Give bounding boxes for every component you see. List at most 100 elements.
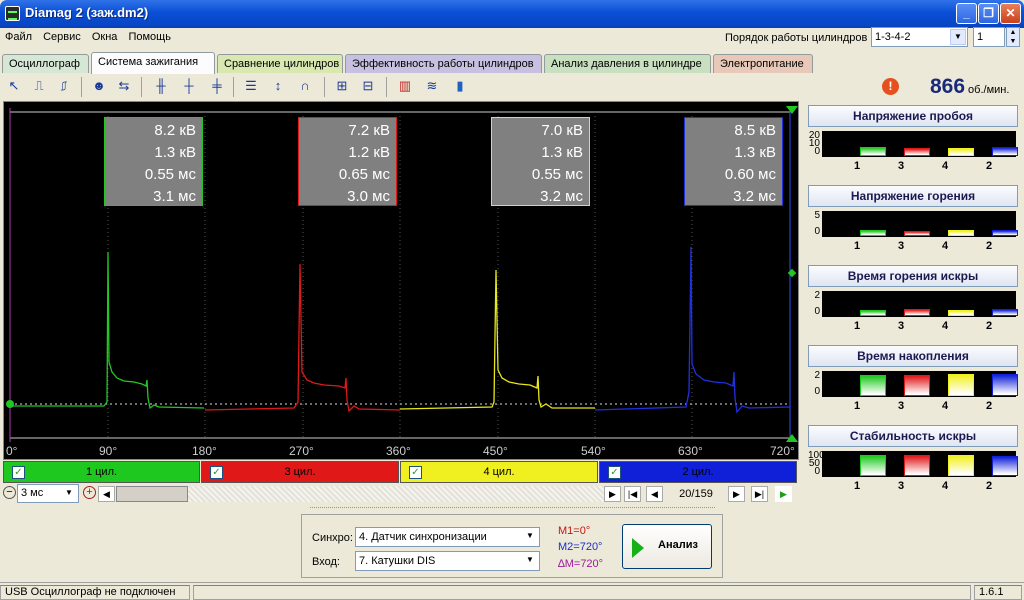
align-icon[interactable]: ⊞ bbox=[331, 75, 353, 97]
play-icon[interactable]: ▶ bbox=[775, 486, 792, 502]
warning-icon[interactable]: ! bbox=[882, 78, 899, 95]
menu-help[interactable]: Помощь bbox=[125, 28, 174, 46]
page-counter: 20/159 bbox=[668, 486, 724, 502]
falling-edge-icon[interactable]: ⎎ bbox=[53, 75, 75, 97]
cylinder-toggle-4[interactable]: ✓ 4 цил. bbox=[400, 461, 598, 483]
dwell-time-1: 3.1 мс bbox=[153, 188, 196, 205]
cylinder-order-select[interactable]: 1-3-4-2 ▼ bbox=[871, 27, 968, 47]
timebase-select[interactable]: 3 мс ▼ bbox=[17, 484, 79, 503]
panel-title[interactable]: Время горения искры bbox=[808, 265, 1018, 287]
menu-service[interactable]: Сервис bbox=[40, 28, 84, 46]
panel-spark-time: Время горения искры 2 0 1 3 4 2 bbox=[806, 265, 1020, 339]
dwell-time-4: 3.2 мс bbox=[540, 188, 583, 205]
oscilloscope-screen[interactable]: 8.2 кВ 1.3 кВ 0.55 мс 3.1 мс 7.2 кВ 1.2 … bbox=[3, 101, 799, 460]
axis-tick: 2 bbox=[814, 370, 820, 381]
last-page-icon[interactable]: ▶| bbox=[751, 486, 768, 502]
sync-select[interactable]: 4. Датчик синхронизации ▼ bbox=[355, 527, 540, 547]
cylinder-count-select[interactable]: 1 bbox=[973, 27, 1005, 47]
panel-chart bbox=[822, 371, 1018, 397]
title-bar: Diamag 2 (заж.dm2) _ ❐ ✕ bbox=[0, 0, 1024, 28]
tab-pressure-analysis[interactable]: Анализ давления в цилиндре bbox=[544, 54, 711, 73]
vertical-scale-icon[interactable]: ↕ bbox=[267, 75, 289, 97]
panel-chart bbox=[822, 211, 1018, 237]
markers-icon[interactable]: ╫ bbox=[150, 75, 172, 97]
cylinder-toggle-2[interactable]: ✓ 2 цил. bbox=[599, 461, 797, 483]
sequence-icon[interactable]: ⇆ bbox=[113, 75, 135, 97]
overlay-icon[interactable]: ⊟ bbox=[357, 75, 379, 97]
input-select[interactable]: 7. Катушки DIS ▼ bbox=[355, 551, 540, 571]
tab-power-supply[interactable]: Электропитание bbox=[713, 54, 813, 73]
first-page-icon[interactable]: |◀ bbox=[624, 486, 641, 502]
zoom-out-icon[interactable]: − bbox=[3, 486, 16, 499]
top-arrow-icon[interactable] bbox=[786, 106, 798, 114]
cross-marker-icon[interactable]: ┼ bbox=[178, 75, 200, 97]
maximize-button[interactable]: ❐ bbox=[978, 3, 999, 24]
cylinder-checkbox-3[interactable]: ✓ bbox=[210, 466, 223, 479]
zero-level-handle[interactable] bbox=[6, 400, 14, 408]
input-label: Вход: bbox=[312, 556, 340, 568]
bar-cylinder-4 bbox=[948, 230, 974, 236]
waves-icon[interactable]: ≋ bbox=[421, 75, 443, 97]
tab-oscillograph[interactable]: Осциллограф bbox=[2, 54, 89, 73]
rpm-value: 866 bbox=[930, 75, 966, 98]
rising-edge-icon[interactable]: ⎍ bbox=[28, 75, 50, 97]
cylinder-checkbox-2[interactable]: ✓ bbox=[608, 466, 621, 479]
panel-splitter[interactable] bbox=[310, 507, 715, 512]
status-bar: USB Осциллограф не подключен 1.6.1 bbox=[0, 582, 1024, 600]
sync-panel: Синхро: 4. Датчик синхронизации ▼ Вход: … bbox=[301, 514, 723, 578]
cylinder-order-value: 1-3-4-2 bbox=[875, 31, 911, 43]
horizontal-scrollbar-track[interactable] bbox=[116, 486, 604, 502]
bar-cylinder-1 bbox=[860, 310, 886, 316]
cylinder-toggle-1[interactable]: ✓ 1 цил. bbox=[3, 461, 200, 483]
bar-label: 1 bbox=[854, 160, 861, 172]
bar-chart-icon[interactable]: ▮ bbox=[449, 75, 471, 97]
bar-label: 4 bbox=[942, 320, 949, 332]
marker-m2-value: M2=720° bbox=[558, 541, 603, 553]
degree-tick: 540° bbox=[581, 444, 606, 458]
scroll-right-button[interactable]: ▶ bbox=[604, 486, 621, 502]
numeric-chart-icon[interactable]: ▥ bbox=[394, 75, 416, 97]
bar-label: 1 bbox=[854, 480, 861, 492]
bar-cylinder-3 bbox=[904, 309, 930, 316]
cylinder-checkbox-1[interactable]: ✓ bbox=[12, 466, 25, 479]
tab-cylinder-comparison[interactable]: Сравнение цилиндров bbox=[217, 54, 343, 73]
toolbar-separator bbox=[386, 77, 387, 97]
close-button[interactable]: ✕ bbox=[1000, 3, 1021, 24]
level-marker-icon[interactable]: ╪ bbox=[206, 75, 228, 97]
panel-title[interactable]: Напряжение пробоя bbox=[808, 105, 1018, 127]
zoom-in-icon[interactable]: + bbox=[83, 486, 96, 499]
level-handle-icon[interactable] bbox=[787, 268, 797, 278]
prev-page-icon[interactable]: ◀ bbox=[646, 486, 663, 502]
analyze-button[interactable]: Анализ bbox=[622, 524, 712, 569]
scroll-left-button[interactable]: ◀ bbox=[98, 486, 115, 502]
panel-chart bbox=[822, 291, 1018, 317]
tab-ignition-system[interactable]: Система зажигания bbox=[91, 52, 215, 74]
bar-label: 2 bbox=[986, 400, 993, 412]
cylinder-checkbox-4[interactable]: ✓ bbox=[409, 466, 422, 479]
axis-tick: 0 bbox=[814, 386, 820, 397]
panel-breakdown-voltage: Напряжение пробоя 20 10 0 1 3 4 2 bbox=[806, 105, 1020, 179]
tab-cylinder-efficiency[interactable]: Эффективность работы цилиндров bbox=[345, 54, 542, 73]
cylinder-label-1: 1 цил. bbox=[85, 466, 118, 478]
dashed-lines-icon[interactable]: ☰ bbox=[240, 75, 262, 97]
menu-windows[interactable]: Окна bbox=[89, 28, 121, 46]
bar-cylinder-1 bbox=[860, 147, 886, 156]
panel-title[interactable]: Напряжение горения bbox=[808, 185, 1018, 207]
bar-label: 4 bbox=[942, 160, 949, 172]
next-page-icon[interactable]: ▶ bbox=[728, 486, 745, 502]
toolbar-separator bbox=[233, 77, 234, 97]
cylinder-toggle-3[interactable]: ✓ 3 цил. bbox=[201, 461, 399, 483]
panel-title[interactable]: Стабильность искры bbox=[808, 425, 1018, 447]
panel-title[interactable]: Время накопления bbox=[808, 345, 1018, 367]
person-icon[interactable]: ☻ bbox=[88, 75, 110, 97]
scrollbar-thumb[interactable] bbox=[116, 486, 188, 502]
breakdown-voltage-2: 8.5 кВ bbox=[734, 122, 776, 139]
count-spinner[interactable]: ▲ ▼ bbox=[1006, 27, 1020, 47]
axis-tick: 0 bbox=[814, 146, 820, 157]
cursor-select-icon[interactable]: ↖ bbox=[3, 75, 25, 97]
chevron-down-icon: ▼ bbox=[950, 29, 966, 45]
menu-file[interactable]: Файл bbox=[2, 28, 35, 46]
curve-icon[interactable]: ∩ bbox=[294, 75, 316, 97]
minimize-button[interactable]: _ bbox=[956, 3, 977, 24]
marker-delta-value: ∆M=720° bbox=[558, 558, 604, 570]
